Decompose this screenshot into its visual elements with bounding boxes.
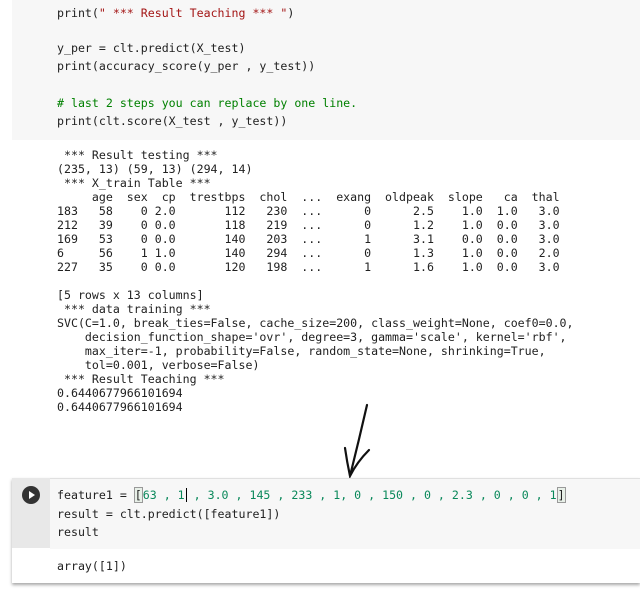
code-line[interactable]: y_per = clt.predict(X_test)	[57, 40, 245, 56]
code-token: )	[287, 6, 295, 20]
code-line[interactable]: result	[57, 524, 99, 540]
code-line[interactable]: result = clt.predict([feature1])	[57, 506, 280, 522]
code-comment[interactable]: # last 2 steps you can replace by one li…	[57, 95, 357, 111]
code-token: feature1 =	[57, 488, 134, 502]
code-line[interactable]: feature1 = [63 , 1 , 3.0 , 145 , 233 , 1…	[57, 487, 566, 503]
run-cell-button[interactable]	[22, 486, 40, 504]
code-token: print(	[57, 6, 99, 20]
string-literal: " *** Result Teaching *** "	[98, 6, 288, 20]
number-literal: 63 , 1	[142, 488, 185, 502]
code-line[interactable]: print(clt.score(X_test , y_test))	[57, 113, 287, 129]
number-literal: , 3.0 , 145 , 233 , 1, 0 , 150 , 0 , 2.3…	[186, 488, 557, 502]
hand-drawn-arrow-icon	[343, 403, 371, 480]
cell-output-1: *** Result testing *** (235, 13) (59, 13…	[57, 148, 574, 414]
code-line[interactable]: print(accuracy_score(y_per , y_test))	[57, 58, 315, 74]
bracket-match: ]	[556, 487, 566, 503]
cell-output-2: array([1])	[57, 559, 127, 573]
code-line[interactable]: print(" *** Result Teaching *** ")	[57, 5, 294, 21]
bracket-match: [	[133, 487, 143, 503]
